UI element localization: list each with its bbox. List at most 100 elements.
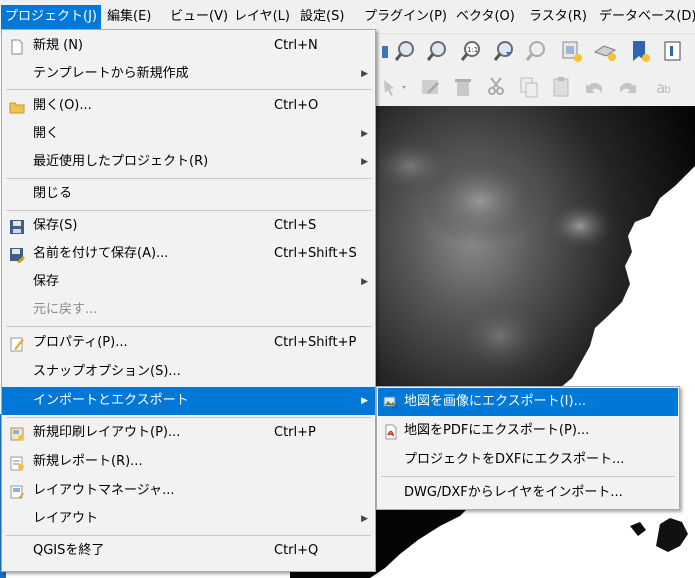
menu-item-new-from-template[interactable]: テンプレートから新規作成 ▶: [2, 60, 375, 88]
menu-item-shortcut: Ctrl+Q: [274, 543, 319, 558]
digitize-text-icon[interactable]: ab: [650, 74, 676, 100]
vertex-tool-icon[interactable]: [380, 74, 406, 100]
menu-item-new-print-layout[interactable]: 新規印刷レイアウト(P)... Ctrl+P: [2, 419, 375, 447]
show-bookmarks-icon[interactable]: [592, 38, 618, 64]
menu-item-label: インポートとエクスポート: [33, 393, 189, 408]
separator: [6, 178, 371, 179]
menu-view[interactable]: ビュー(V): [166, 5, 232, 29]
menu-item-import-export[interactable]: インポートとエクスポート ▶: [2, 387, 375, 415]
submenu-item-export-pdf[interactable]: 地図をPDFにエクスポート(P)...: [378, 417, 678, 445]
svg-text:1:1: 1:1: [467, 46, 478, 54]
menu-item-label: 新規 (N): [33, 38, 84, 53]
new-file-icon: [9, 38, 25, 55]
undo-icon[interactable]: [582, 74, 608, 100]
layout-manager-icon: [9, 483, 25, 499]
digitizing-toolbar: ab: [378, 70, 695, 106]
menu-item-label: 名前を付けて保存(A)...: [33, 246, 169, 261]
submenu-arrow-icon: ▶: [361, 396, 368, 406]
menu-item-save[interactable]: 保存(S) Ctrl+S: [2, 212, 375, 240]
menu-item-layouts[interactable]: レイアウト ▶: [2, 505, 375, 533]
folder-open-icon: [9, 98, 25, 114]
menu-item-label: スナップオプション(S)...: [33, 364, 181, 379]
export-image-icon: [383, 394, 399, 410]
menu-item-label: 閉じる: [33, 186, 73, 201]
menu-item-snapping-options[interactable]: スナップオプション(S)...: [2, 358, 375, 386]
submenu-arrow-icon: ▶: [361, 69, 368, 79]
menu-item-shortcut: Ctrl+P: [274, 425, 316, 440]
menu-item-layout-manager[interactable]: レイアウトマネージャ...: [2, 477, 375, 505]
zoom-next-icon[interactable]: [524, 38, 550, 64]
zoom-native-icon[interactable]: 1:1: [458, 38, 484, 64]
menu-item-label: レイアウト: [33, 511, 99, 526]
menu-item-exit-qgis[interactable]: QGISを終了 Ctrl+Q: [2, 537, 375, 565]
menu-item-close[interactable]: 閉じる: [2, 180, 375, 208]
submenu-item-label: 地図をPDFにエクスポート(P)...: [404, 423, 590, 438]
menu-item-open[interactable]: 開く(O)... Ctrl+O: [2, 92, 375, 120]
submenu-item-export-image[interactable]: 地図を画像にエクスポート(I)...: [378, 388, 678, 416]
submenu-item-label: プロジェクトをDXFにエクスポート...: [404, 452, 625, 467]
menu-item-label: 新規印刷レイアウト(P)...: [33, 425, 181, 440]
submenu-arrow-icon: ▶: [361, 277, 368, 287]
menu-item-save-as[interactable]: 名前を付けて保存(A)... Ctrl+Shift+S: [2, 240, 375, 268]
submenu-arrow-icon: ▶: [361, 157, 368, 167]
menu-item-label: 開く(O)...: [33, 98, 92, 113]
menu-vector[interactable]: ベクタ(O): [452, 5, 519, 29]
menu-project[interactable]: プロジェクト(J): [1, 5, 101, 29]
submenu-arrow-icon: ▶: [361, 129, 368, 139]
menu-item-label: 保存: [33, 274, 60, 289]
menu-item-new-report[interactable]: 新規レポート(R)...: [2, 448, 375, 476]
zoom-out-icon[interactable]: [424, 38, 450, 64]
separator: [6, 89, 371, 90]
copy-features-icon[interactable]: [516, 74, 542, 100]
menu-plugins[interactable]: プラグイン(P): [360, 5, 451, 29]
separator: [6, 326, 371, 327]
properties-icon: [9, 335, 25, 352]
separator: [6, 535, 371, 536]
zoom-in-icon[interactable]: [392, 38, 418, 64]
paste-features-icon[interactable]: [548, 74, 574, 100]
delete-selected-icon[interactable]: [450, 74, 476, 100]
new-bookmark-icon[interactable]: [558, 38, 584, 64]
import-export-submenu: 地図を画像にエクスポート(I)... 地図をPDFにエクスポート(P)... プ…: [376, 386, 680, 510]
menu-item-open-from[interactable]: 開く ▶: [2, 120, 375, 148]
edit-attributes-icon[interactable]: [418, 74, 444, 100]
zoom-last-icon[interactable]: [492, 38, 518, 64]
menu-item-label: テンプレートから新規作成: [33, 66, 189, 81]
menu-item-new[interactable]: 新規 (N) Ctrl+N: [2, 32, 375, 60]
menu-item-shortcut: Ctrl+Shift+P: [274, 335, 357, 350]
menu-item-label: プロパティ(P)...: [33, 335, 128, 350]
submenu-arrow-icon: ▶: [361, 514, 368, 524]
export-pdf-icon: [383, 423, 399, 440]
menu-item-recent-projects[interactable]: 最近使用したプロジェクト(R) ▶: [2, 148, 375, 176]
new-layout-icon: [9, 425, 25, 441]
spatial-bookmark-icon[interactable]: [626, 38, 652, 64]
menu-layer[interactable]: レイヤ(L): [230, 5, 294, 29]
redo-icon[interactable]: [614, 74, 640, 100]
save-as-icon: [9, 246, 25, 264]
menu-raster[interactable]: ラスタ(R): [525, 5, 591, 29]
menu-edit[interactable]: 編集(E): [103, 5, 155, 29]
submenu-item-label: 地図を画像にエクスポート(I)...: [404, 394, 586, 409]
menu-item-label: 保存(S): [33, 218, 78, 233]
submenu-item-export-dxf[interactable]: プロジェクトをDXFにエクスポート...: [378, 446, 678, 474]
separator: [381, 476, 675, 477]
svg-text:b: b: [664, 83, 671, 96]
separator: [6, 417, 371, 418]
menu-item-shortcut: Ctrl+N: [274, 38, 318, 53]
menu-settings[interactable]: 設定(S): [296, 5, 348, 29]
menu-item-label: 新規レポート(R)...: [33, 454, 143, 469]
submenu-item-import-dwg-dxf[interactable]: DWG/DXFからレイヤをインポート...: [378, 479, 678, 507]
menu-item-properties[interactable]: プロパティ(P)... Ctrl+Shift+P: [2, 329, 375, 357]
menu-item-shortcut: Ctrl+Shift+S: [274, 246, 357, 261]
new-report-icon: [9, 454, 25, 471]
menu-item-label: 最近使用したプロジェクト(R): [33, 154, 209, 169]
menu-item-revert: 元に戻す...: [2, 296, 375, 324]
separator: [6, 210, 371, 211]
menu-item-save-to[interactable]: 保存 ▶: [2, 268, 375, 296]
menu-database[interactable]: データベース(D): [595, 5, 695, 29]
menu-item-label: レイアウトマネージャ...: [33, 483, 175, 498]
cut-features-icon[interactable]: [484, 74, 510, 100]
submenu-item-label: DWG/DXFからレイヤをインポート...: [404, 485, 623, 500]
refresh-map-icon[interactable]: [660, 38, 686, 64]
map-navigation-toolbar: 1:1: [378, 34, 695, 68]
